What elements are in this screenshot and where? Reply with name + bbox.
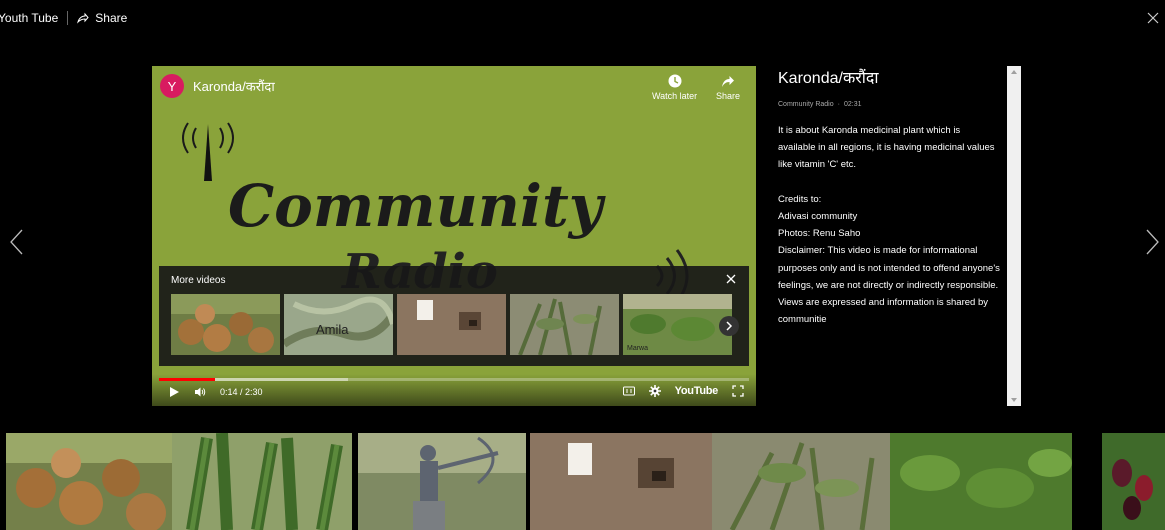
top-bar: Youth Tube Share [0, 0, 1165, 36]
youtube-logo[interactable]: YouTube [675, 385, 719, 397]
filmstrip-item[interactable] [530, 433, 712, 530]
video-details: Karonda/करौंदा Community Radio · 02:31 I… [778, 66, 1008, 406]
video-art-title: Community [228, 172, 607, 240]
filmstrip [0, 433, 1165, 530]
more-video-thumbnail[interactable] [171, 294, 280, 355]
play-icon[interactable] [168, 386, 180, 398]
player-header: Y Karonda/करौंदा [160, 74, 275, 98]
mud-wall-image [397, 294, 506, 355]
watch-later-button[interactable]: Watch later [652, 74, 697, 101]
filmstrip-item[interactable] [358, 433, 526, 530]
time-display: 0:14 / 2:30 [220, 387, 263, 397]
duration: 02:31 [843, 101, 862, 108]
mud-wall-image [530, 433, 712, 530]
filmstrip-item[interactable] [712, 433, 890, 530]
more-videos-next-button[interactable] [719, 316, 739, 336]
share-icon [77, 12, 89, 24]
more-videos-panel: More videos Amila Marwa [159, 266, 749, 366]
video-player[interactable]: Community Radio Y Karonda/करौंदा Watch l… [152, 66, 756, 406]
close-icon[interactable] [725, 273, 737, 285]
herb-plant-image [712, 433, 890, 530]
more-video-thumbnail[interactable] [397, 294, 506, 355]
source-name[interactable]: Community Radio [778, 101, 834, 108]
mulberries-image [1102, 433, 1165, 530]
settings-gear-icon[interactable] [648, 385, 661, 397]
share-label: Share [95, 11, 128, 25]
controls-right: YouTube [622, 385, 744, 397]
more-videos-list: Amila Marwa [171, 294, 732, 355]
site-title[interactable]: Youth Tube [0, 11, 58, 25]
divider [67, 11, 69, 25]
watch-later-label: Watch later [652, 91, 698, 101]
filmstrip-item[interactable] [1102, 433, 1165, 530]
chevron-right-icon [726, 321, 733, 331]
more-video-thumbnail[interactable]: Marwa [623, 294, 732, 355]
fullscreen-icon[interactable] [732, 385, 744, 397]
more-video-thumbnail[interactable] [510, 294, 619, 355]
filmstrip-item[interactable] [172, 433, 352, 530]
captions-icon[interactable] [622, 385, 635, 397]
channel-avatar[interactable]: Y [160, 74, 184, 98]
thumbnail-caption: Marwa [627, 345, 648, 352]
video-title[interactable]: Karonda/करौंदा [193, 77, 275, 95]
clock-icon [668, 74, 682, 88]
thumbnail-caption: Amila [316, 322, 349, 337]
volume-icon[interactable] [194, 386, 206, 398]
previous-arrow-icon[interactable] [8, 228, 24, 256]
fruits-image [6, 433, 172, 530]
amla-leaves-image: Amila [284, 294, 393, 355]
filmstrip-item[interactable] [890, 433, 1072, 530]
filmstrip-item[interactable] [6, 433, 172, 530]
player-share-button[interactable]: Share [716, 74, 740, 101]
detail-title: Karonda/करौंदा [778, 70, 879, 87]
plant-image [510, 294, 619, 355]
archer-statue-image [358, 433, 526, 530]
share-link[interactable]: Share [77, 11, 127, 25]
progress-bar[interactable] [159, 378, 749, 381]
more-video-thumbnail[interactable]: Amila [284, 294, 393, 355]
details-scrollbar[interactable] [1007, 66, 1021, 406]
detail-meta: Community Radio · 02:31 [778, 101, 1008, 108]
aloe-plants-image [172, 433, 352, 530]
close-icon[interactable] [1145, 10, 1161, 26]
player-controls: 0:14 / 2:30 YouTube [152, 374, 756, 406]
next-arrow-icon[interactable] [1145, 228, 1161, 256]
player-share-label: Share [716, 91, 741, 101]
more-videos-label: More videos [171, 275, 226, 286]
scroll-up-arrow-icon[interactable] [1011, 70, 1017, 74]
description: It is about Karonda medicinal plant whic… [778, 125, 1000, 326]
field-plants-image: Marwa [623, 294, 732, 355]
progress-played [159, 378, 216, 381]
controls-left: 0:14 / 2:30 [168, 386, 263, 398]
fruits-image [171, 294, 280, 355]
share-arrow-icon [722, 76, 735, 87]
green-shrub-image [890, 433, 1072, 530]
meta-separator: · [837, 101, 840, 108]
scroll-down-arrow-icon[interactable] [1011, 398, 1017, 402]
